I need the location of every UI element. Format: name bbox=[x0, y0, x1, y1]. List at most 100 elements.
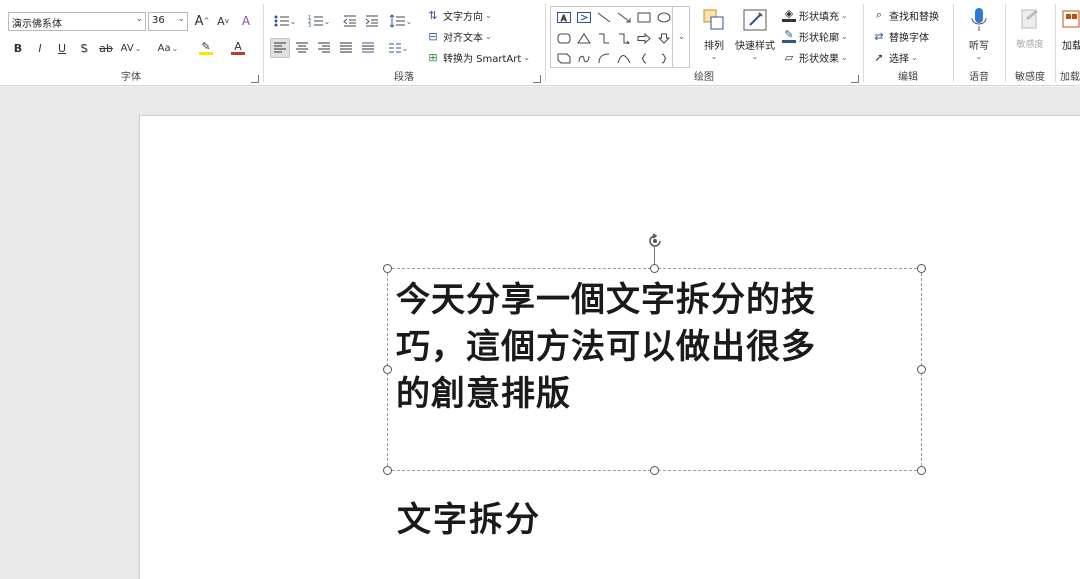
quick-styles-label: 快速样式 bbox=[735, 41, 775, 52]
resize-handle-bottom[interactable] bbox=[650, 466, 659, 475]
underline-button[interactable]: U bbox=[52, 38, 72, 58]
text-box-shape-icon[interactable]: A bbox=[555, 10, 573, 24]
align-left-button[interactable] bbox=[270, 38, 290, 58]
increase-indent-icon bbox=[365, 15, 378, 27]
search-icon: ⌕ bbox=[875, 8, 883, 21]
rotate-handle-icon[interactable] bbox=[645, 231, 665, 251]
font-color-button[interactable]: A bbox=[224, 38, 252, 58]
slide-caption-text[interactable]: 文字拆分 bbox=[397, 492, 541, 541]
numbering-icon: 123 bbox=[308, 15, 323, 28]
snip-rect-shape-icon[interactable] bbox=[555, 51, 573, 65]
smartart-button[interactable]: ⊞ 转换为 SmartArt ⌄ bbox=[426, 48, 530, 66]
font-color-label: A bbox=[234, 40, 242, 53]
shrink-font-button[interactable]: Av bbox=[213, 11, 233, 31]
numbering-button[interactable]: 1 2 3 ⌄ bbox=[304, 11, 334, 31]
voice-group-label: 语音 bbox=[969, 72, 989, 83]
bold-button[interactable]: B bbox=[8, 38, 28, 58]
align-text-button[interactable]: ⊟ 对齐文本 ⌄ bbox=[426, 27, 491, 45]
text-direction-icon: ⇅ bbox=[428, 8, 438, 22]
bullets-button[interactable]: ⌄ bbox=[270, 11, 300, 31]
increase-indent-button[interactable] bbox=[362, 11, 382, 31]
select-button[interactable]: ➚ 选择 ⌄ bbox=[872, 48, 917, 66]
resize-handle-right[interactable] bbox=[917, 365, 926, 374]
down-arrow-shape-icon[interactable] bbox=[655, 31, 673, 45]
char-spacing-button[interactable]: AV ⌄ bbox=[118, 38, 144, 58]
align-center-button[interactable] bbox=[292, 38, 312, 58]
dictate-button[interactable]: 听写 ⌄ bbox=[964, 6, 994, 61]
align-right-button[interactable] bbox=[314, 38, 334, 58]
shape-effects-label: 形状效果 bbox=[799, 53, 839, 65]
strikethrough-button[interactable]: ab bbox=[96, 38, 116, 58]
resize-handle-bottom-right[interactable] bbox=[917, 466, 926, 475]
pen-outline-icon: ✎ bbox=[782, 28, 796, 43]
paragraph-dialog-launcher-icon[interactable] bbox=[533, 75, 541, 83]
decrease-indent-button[interactable] bbox=[340, 11, 360, 31]
freeform-shape-icon[interactable] bbox=[575, 51, 593, 65]
replace-font-button[interactable]: ⇄ 替换字体 bbox=[872, 27, 929, 45]
highlight-button[interactable]: ✎ bbox=[192, 38, 220, 58]
resize-handle-top[interactable] bbox=[650, 264, 659, 273]
justify-button[interactable] bbox=[336, 38, 356, 58]
paint-bucket-icon: ◈ bbox=[782, 7, 796, 22]
drawing-dialog-launcher-icon[interactable] bbox=[851, 75, 859, 83]
font-size-combo[interactable]: 36 ⌄ bbox=[148, 12, 188, 31]
curve-shape-icon[interactable] bbox=[615, 51, 633, 65]
dictate-label: 听写 bbox=[969, 41, 989, 52]
paragraph-group: ⌄ 1 2 3 ⌄ ⌄ ⌄ ⇅ 文字方向 ⌄ ⊟ 对齐文本 ⌄ ⊞ 转换为 Sm… bbox=[264, 0, 544, 86]
sensitivity-button[interactable]: 敏感度 bbox=[1012, 6, 1048, 50]
more-icon: ⌄ bbox=[677, 32, 686, 42]
clear-formatting-button[interactable]: A bbox=[236, 11, 256, 31]
right-brace-shape-icon[interactable] bbox=[655, 51, 673, 65]
shape-outline-label: 形状轮廓 bbox=[799, 32, 839, 44]
font-group: 演示佛系体 ⌄ 36 ⌄ A ^ Av A B I U S ab AV ⌄ Aa ⌄ … bbox=[0, 0, 262, 86]
italic-button[interactable]: I bbox=[30, 38, 50, 58]
resize-handle-top-right[interactable] bbox=[917, 264, 926, 273]
addins-button[interactable]: 加载项 bbox=[1062, 6, 1080, 52]
line-shape-icon[interactable] bbox=[595, 10, 613, 24]
decrease-indent-icon bbox=[343, 15, 356, 27]
sensitivity-label: 敏感度 bbox=[1016, 40, 1044, 50]
line-spacing-button[interactable]: ⌄ bbox=[386, 11, 416, 31]
right-arrow-shape-icon[interactable] bbox=[635, 31, 653, 45]
left-brace-shape-icon[interactable] bbox=[635, 51, 653, 65]
align-left-icon bbox=[274, 42, 286, 53]
triangle-shape-icon[interactable] bbox=[575, 31, 593, 45]
distributed-button[interactable] bbox=[358, 38, 378, 58]
shape-fill-button[interactable]: ◈ 形状填充 ⌄ bbox=[782, 6, 848, 24]
elbow-arrow-shape-icon[interactable] bbox=[615, 31, 633, 45]
text-box-content[interactable]: 今天分享一個文字拆分的技 巧，這個方法可以做出很多 的創意排版 bbox=[396, 277, 896, 418]
rounded-rect-shape-icon[interactable] bbox=[555, 31, 573, 45]
vertical-text-box-shape-icon[interactable] bbox=[575, 10, 593, 24]
shape-outline-button[interactable]: ✎ 形状轮廓 ⌄ bbox=[782, 27, 848, 45]
change-case-button[interactable]: Aa ⌄ bbox=[154, 38, 182, 58]
clear-formatting-label: A bbox=[241, 14, 251, 28]
text-direction-button[interactable]: ⇅ 文字方向 ⌄ bbox=[426, 6, 491, 24]
shadow-button[interactable]: S bbox=[74, 38, 94, 58]
find-replace-button[interactable]: ⌕ 查找和替换 bbox=[872, 6, 939, 24]
grow-font-button[interactable]: A ^ bbox=[192, 11, 212, 31]
addins-group: 加载项 加载项 bbox=[1056, 0, 1080, 86]
arc-shape-icon[interactable] bbox=[595, 51, 613, 65]
font-dialog-launcher-icon[interactable] bbox=[251, 75, 259, 83]
font-size-value: 36 bbox=[152, 15, 165, 26]
shape-effects-button[interactable]: ▱ 形状效果 ⌄ bbox=[782, 48, 848, 66]
arrange-button[interactable]: 排列 ⌄ bbox=[698, 6, 730, 61]
quick-styles-button[interactable]: 快速样式 ⌄ bbox=[734, 6, 776, 61]
elbow-connector-shape-icon[interactable] bbox=[595, 31, 613, 45]
oval-shape-icon[interactable] bbox=[655, 10, 673, 24]
align-center-icon bbox=[296, 42, 308, 53]
selected-text-box[interactable]: 今天分享一個文字拆分的技 巧，這個方法可以做出很多 的創意排版 bbox=[387, 268, 922, 471]
highlighter-icon: ✎ bbox=[201, 40, 211, 53]
font-name-combo[interactable]: 演示佛系体 ⌄ bbox=[8, 12, 146, 31]
arrow-line-shape-icon[interactable] bbox=[615, 10, 633, 24]
cursor-icon: ➚ bbox=[874, 50, 884, 64]
resize-handle-top-left[interactable] bbox=[383, 264, 392, 273]
resize-handle-left[interactable] bbox=[383, 365, 392, 374]
columns-button[interactable]: ⌄ bbox=[384, 38, 412, 58]
resize-handle-bottom-left[interactable] bbox=[383, 466, 392, 475]
rectangle-shape-icon[interactable] bbox=[635, 10, 653, 24]
paragraph-group-label: 段落 bbox=[394, 72, 414, 83]
shapes-more-button[interactable]: ⌄ bbox=[672, 6, 690, 68]
addins-group-label: 加载项 bbox=[1060, 72, 1080, 83]
quick-styles-icon bbox=[741, 6, 769, 34]
